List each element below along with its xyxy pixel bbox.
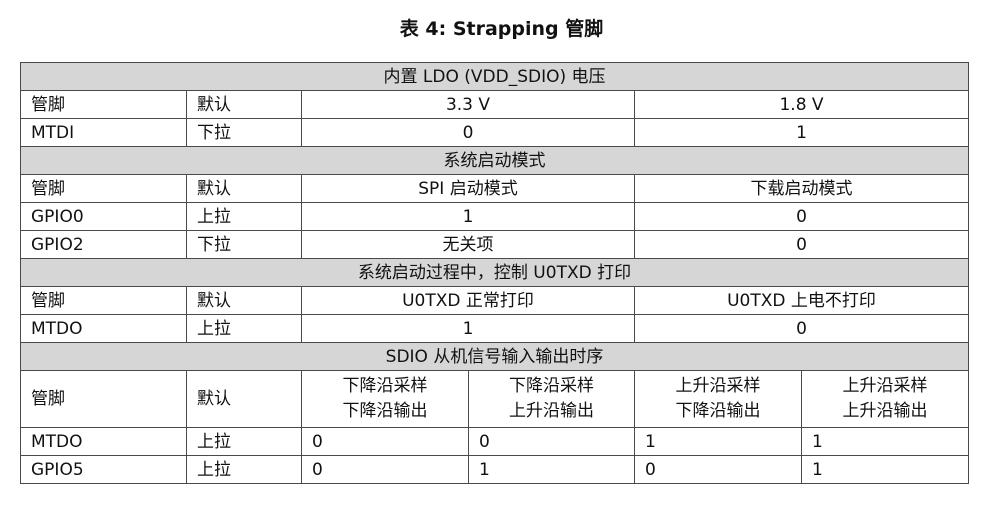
strapping-table: 内置 LDO (VDD_SDIO) 电压 管脚 默认 3.3 V 1.8 V M…	[19, 62, 970, 484]
value-cell: 0	[634, 455, 802, 484]
timing-header: 上升沿采样 上升沿输出	[800, 370, 970, 428]
timing-header: 下降沿采样 下降沿输出	[301, 370, 469, 428]
pin-cell: GPIO5	[20, 455, 187, 484]
timing-header-line: 下降沿采样	[509, 376, 594, 396]
value-cell: 1	[633, 118, 970, 147]
column-header-row: 管脚 默认 3.3 V 1.8 V	[20, 90, 970, 119]
section-title: SDIO 从机信号输入输出时序	[19, 342, 970, 371]
pin-header: 管脚	[20, 286, 187, 315]
mode-header: 3.3 V	[301, 90, 635, 119]
pin-header: 管脚	[20, 174, 187, 203]
pin-cell: MTDO	[20, 427, 187, 456]
default-header: 默认	[186, 90, 302, 119]
value-cell: 0	[468, 427, 635, 456]
default-cell: 上拉	[186, 427, 302, 456]
pin-header: 管脚	[20, 370, 187, 428]
default-cell: 下拉	[186, 118, 302, 147]
table-row: GPIO2 下拉 无关项 0	[20, 230, 970, 259]
mode-header: U0TXD 正常打印	[301, 286, 635, 315]
timing-header: 上升沿采样 下降沿输出	[634, 370, 802, 428]
timing-header-line: 下降沿输出	[675, 401, 761, 421]
section-title: 系统启动模式	[19, 146, 970, 175]
section-title-row: SDIO 从机信号输入输出时序	[19, 342, 970, 371]
section-title-row: 内置 LDO (VDD_SDIO) 电压	[19, 62, 970, 91]
default-cell: 上拉	[186, 455, 302, 484]
value-cell: 1	[800, 427, 970, 456]
timing-header-line: 下降沿输出	[342, 401, 428, 421]
value-cell: 1	[634, 427, 802, 456]
table-row: MTDO 上拉 1 0	[20, 314, 970, 343]
section-title: 内置 LDO (VDD_SDIO) 电压	[19, 62, 970, 91]
value-cell: 1	[301, 202, 635, 231]
timing-header-line: 上升沿采样	[842, 376, 928, 396]
mode-header: 1.8 V	[633, 90, 970, 119]
table-caption: 表 4: Strapping 管脚	[399, 18, 604, 40]
mode-header: U0TXD 上电不打印	[633, 286, 970, 315]
value-cell: 0	[633, 230, 970, 259]
value-cell: 0	[633, 202, 970, 231]
default-header: 默认	[186, 174, 302, 203]
default-cell: 上拉	[186, 202, 302, 231]
section-title: 系统启动过程中，控制 U0TXD 打印	[19, 258, 970, 287]
mode-header: 下载启动模式	[633, 174, 970, 203]
column-header-row: 管脚 默认 下降沿采样 下降沿输出 下降沿采样 上升沿输出 上升沿采样 下降沿输…	[20, 370, 970, 428]
default-cell: 下拉	[186, 230, 302, 259]
table-row: GPIO0 上拉 1 0	[20, 202, 970, 231]
value-cell: 0	[301, 455, 469, 484]
timing-header-line: 下降沿采样	[342, 376, 428, 396]
table-row: MTDO 上拉 0 0 1 1	[20, 427, 970, 456]
default-header: 默认	[186, 370, 302, 428]
timing-header-line: 上升沿输出	[842, 401, 928, 421]
timing-header: 下降沿采样 上升沿输出	[468, 370, 635, 428]
value-cell: 0	[633, 314, 970, 343]
value-cell: 1	[468, 455, 635, 484]
column-header-row: 管脚 默认 U0TXD 正常打印 U0TXD 上电不打印	[20, 286, 970, 315]
section-title-row: 系统启动过程中，控制 U0TXD 打印	[19, 258, 970, 287]
table-row: MTDI 下拉 0 1	[20, 118, 970, 147]
pin-cell: MTDI	[20, 118, 187, 147]
timing-header-line: 上升沿采样	[675, 376, 761, 396]
pin-cell: GPIO2	[20, 230, 187, 259]
value-cell: 1	[800, 455, 970, 484]
default-header: 默认	[186, 286, 302, 315]
value-cell: 1	[301, 314, 635, 343]
timing-header-line: 上升沿输出	[509, 401, 594, 421]
pin-cell: MTDO	[20, 314, 187, 343]
mode-header: SPI 启动模式	[301, 174, 635, 203]
value-cell: 0	[301, 118, 635, 147]
default-cell: 上拉	[186, 314, 302, 343]
value-cell: 0	[301, 427, 469, 456]
section-title-row: 系统启动模式	[19, 146, 970, 175]
value-cell: 无关项	[301, 230, 635, 259]
column-header-row: 管脚 默认 SPI 启动模式 下载启动模式	[20, 174, 970, 203]
pin-cell: GPIO0	[20, 202, 187, 231]
table-row: GPIO5 上拉 0 1 0 1	[20, 455, 970, 484]
pin-header: 管脚	[20, 90, 187, 119]
